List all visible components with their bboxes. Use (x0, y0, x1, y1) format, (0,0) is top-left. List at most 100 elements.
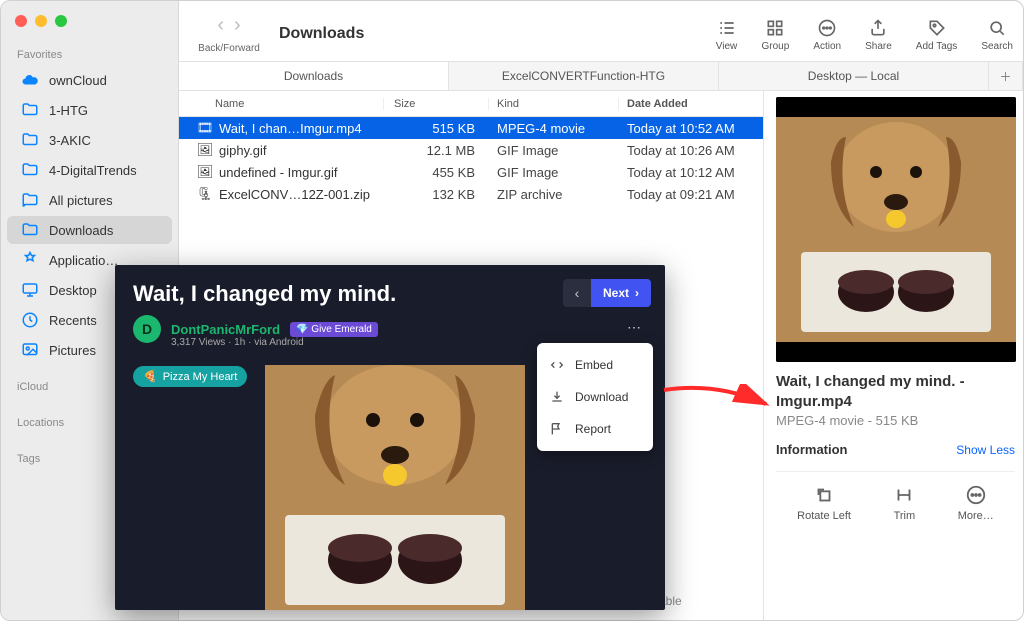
image-icon (21, 341, 39, 359)
group-tool[interactable]: Group (762, 17, 790, 52)
post-options-icon[interactable]: ⋯ (627, 319, 643, 336)
share-tool[interactable]: Share (865, 17, 892, 52)
cloud-icon (21, 71, 39, 89)
sidebar-item-label: All pictures (49, 193, 113, 208)
desktop-icon (21, 281, 39, 299)
sidebar-item-label: Pictures (49, 343, 96, 358)
embed-menuitem[interactable]: Embed (537, 349, 653, 381)
sidebar-item-1htg[interactable]: 1-HTG (7, 96, 172, 124)
minimize-window-button[interactable] (35, 15, 47, 27)
imgur-window: Wait, I changed my mind. D DontPanicMrFo… (115, 265, 665, 610)
gif-file-icon: 🖼 (197, 164, 213, 180)
imgur-nav: ‹ Next › (563, 279, 651, 307)
folder-icon (21, 191, 39, 209)
share-menu: Embed Download Report (537, 343, 653, 451)
next-post-button[interactable]: Next › (591, 279, 651, 307)
trim-button[interactable]: Trim (893, 484, 915, 522)
preview-title: Wait, I changed my mind. - Imgur.mp4 (776, 372, 1015, 411)
tab-downloads[interactable]: Downloads (179, 62, 449, 90)
zoom-window-button[interactable] (55, 15, 67, 27)
sidebar-item-label: Applicatio… (49, 253, 118, 268)
sidebar-item-label: Desktop (49, 283, 97, 298)
sidebar-item-label: ownCloud (49, 73, 107, 88)
sidebar-item-downloads[interactable]: Downloads (7, 216, 172, 244)
clock-icon (21, 311, 39, 329)
search-tool[interactable]: Search (981, 17, 1013, 52)
file-row[interactable]: 🗜ExcelCONV…12Z-001.zip 132 KB ZIP archiv… (179, 183, 763, 205)
sidebar-item-owncloud[interactable]: ownCloud (7, 66, 172, 94)
sidebar-item-3akic[interactable]: 3-AKIC (7, 126, 172, 154)
rotate-left-button[interactable]: Rotate Left (797, 484, 851, 522)
dog-preview-image (776, 97, 1016, 362)
show-less-link[interactable]: Show Less (956, 443, 1015, 457)
action-icon (816, 17, 838, 39)
view-tool[interactable]: View (716, 17, 738, 52)
more-button[interactable]: More… (958, 484, 994, 522)
zip-file-icon: 🗜 (197, 186, 213, 202)
prev-post-button[interactable]: ‹ (563, 279, 591, 307)
forward-button[interactable]: › (234, 14, 241, 37)
folder-icon (21, 101, 39, 119)
sidebar-section-favorites: Favorites (1, 43, 178, 65)
apps-icon (21, 251, 39, 269)
sidebar-item-allpictures[interactable]: All pictures (7, 186, 172, 214)
tag-icon (926, 17, 948, 39)
download-icon (549, 389, 565, 405)
imgur-media[interactable] (265, 365, 525, 610)
file-row[interactable]: 🖼undefined - Imgur.gif 455 KB GIF Image … (179, 161, 763, 183)
folder-icon (21, 221, 39, 239)
back-forward-label: Back/Forward (198, 43, 260, 54)
grid-icon (764, 17, 786, 39)
username-link[interactable]: DontPanicMrFord (171, 322, 280, 337)
sidebar-item-label: 1-HTG (49, 103, 88, 118)
close-window-button[interactable] (15, 15, 27, 27)
rotate-icon (813, 484, 835, 506)
video-file-icon: 🎞 (197, 120, 213, 136)
window-controls (1, 9, 178, 43)
sidebar-item-label: Recents (49, 313, 97, 328)
download-menuitem[interactable]: Download (537, 381, 653, 413)
trim-icon (893, 484, 915, 506)
sidebar-item-4digitaltrends[interactable]: 4-DigitalTrends (7, 156, 172, 184)
toolbar: View Group Action Share Add Tags (716, 17, 1013, 52)
sidebar-item-label: 3-AKIC (49, 133, 91, 148)
column-size[interactable]: Size (384, 98, 489, 110)
folder-icon (21, 131, 39, 149)
action-tool[interactable]: Action (813, 17, 841, 52)
tab-bar: Downloads ExcelCONVERTFunction-HTG Deskt… (179, 61, 1023, 91)
more-icon (965, 484, 987, 506)
user-avatar[interactable]: D (133, 315, 161, 343)
preview-pane: Wait, I changed my mind. - Imgur.mp4 MPE… (763, 91, 1023, 620)
tab-excelconvert[interactable]: ExcelCONVERTFunction-HTG (449, 62, 719, 90)
window-title: Downloads (279, 25, 364, 43)
column-kind[interactable]: Kind (489, 98, 619, 110)
column-name[interactable]: Name (179, 98, 384, 110)
give-emerald-badge[interactable]: 💎 Give Emerald (290, 322, 378, 337)
report-icon (549, 421, 565, 437)
report-menuitem[interactable]: Report (537, 413, 653, 445)
tab-desktop-local[interactable]: Desktop — Local (719, 62, 989, 90)
info-label: Information (776, 442, 848, 457)
file-row[interactable]: 🖼giphy.gif 12.1 MB GIF Image Today at 10… (179, 139, 763, 161)
sidebar-item-label: 4-DigitalTrends (49, 163, 137, 178)
search-icon (986, 17, 1008, 39)
preview-actions: Rotate Left Trim More… (776, 471, 1015, 522)
embed-icon (549, 357, 565, 373)
column-headers[interactable]: Name Size Kind Date Added (179, 91, 763, 117)
folder-icon (21, 161, 39, 179)
file-row[interactable]: 🎞Wait, I chan…Imgur.mp4 515 KB MPEG-4 mo… (179, 117, 763, 139)
titlebar: ‹ › Back/Forward Downloads View Group Ac… (179, 1, 1023, 61)
tag-pill[interactable]: 🍕 Pizza My Heart (133, 366, 247, 387)
sidebar-item-label: Downloads (49, 223, 113, 238)
new-tab-button[interactable]: ＋ (989, 62, 1023, 90)
back-button[interactable]: ‹ (217, 14, 224, 37)
back-forward-group: ‹ › Back/Forward (189, 14, 269, 54)
preview-subtitle: MPEG-4 movie - 515 KB (776, 413, 1015, 428)
column-date[interactable]: Date Added (619, 98, 763, 110)
addtags-tool[interactable]: Add Tags (916, 17, 958, 52)
gif-file-icon: 🖼 (197, 142, 213, 158)
preview-thumbnail[interactable] (776, 97, 1016, 362)
preview-info-row: Information Show Less (776, 442, 1015, 457)
list-view-icon (716, 17, 738, 39)
share-icon (867, 17, 889, 39)
